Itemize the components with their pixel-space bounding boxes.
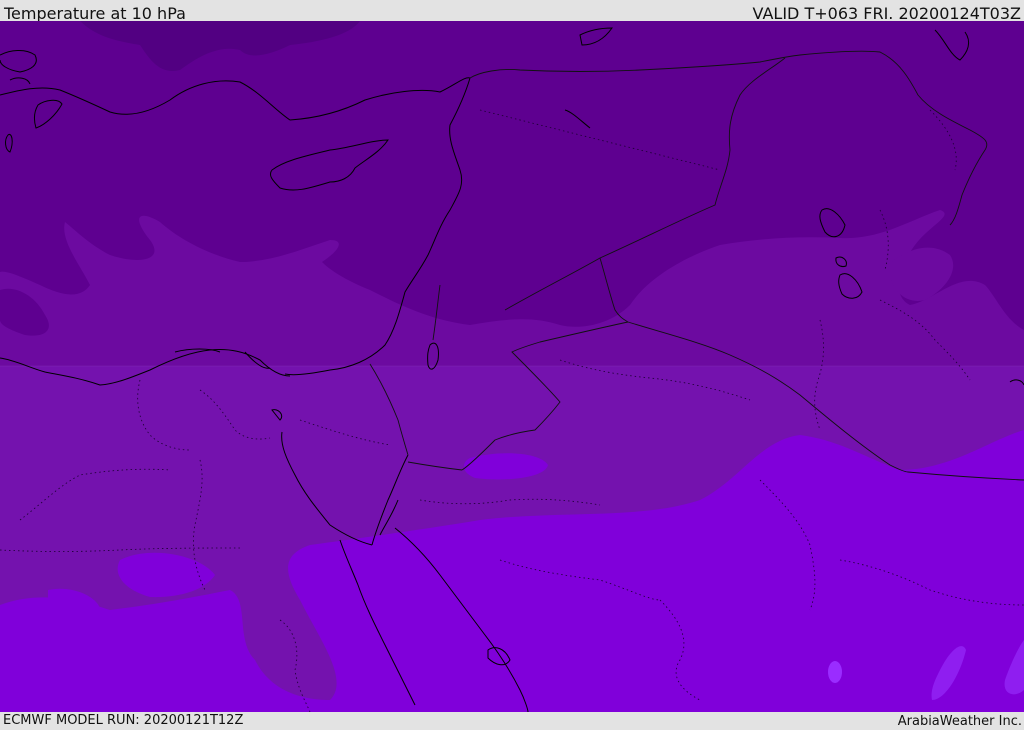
header-bar: Temperature at 10 hPa VALID T+063 FRI. 2… <box>0 0 1024 23</box>
model-run: ECMWF MODEL RUN: 20200121T12Z <box>3 713 244 728</box>
footer-bar: ECMWF MODEL RUN: 20200121T12Z ArabiaWeat… <box>0 712 1024 729</box>
credit-label: ArabiaWeather Inc. <box>897 714 1022 729</box>
temperature-band-warmest-dot <box>828 661 842 683</box>
map-panel[interactable] <box>0 21 1024 712</box>
